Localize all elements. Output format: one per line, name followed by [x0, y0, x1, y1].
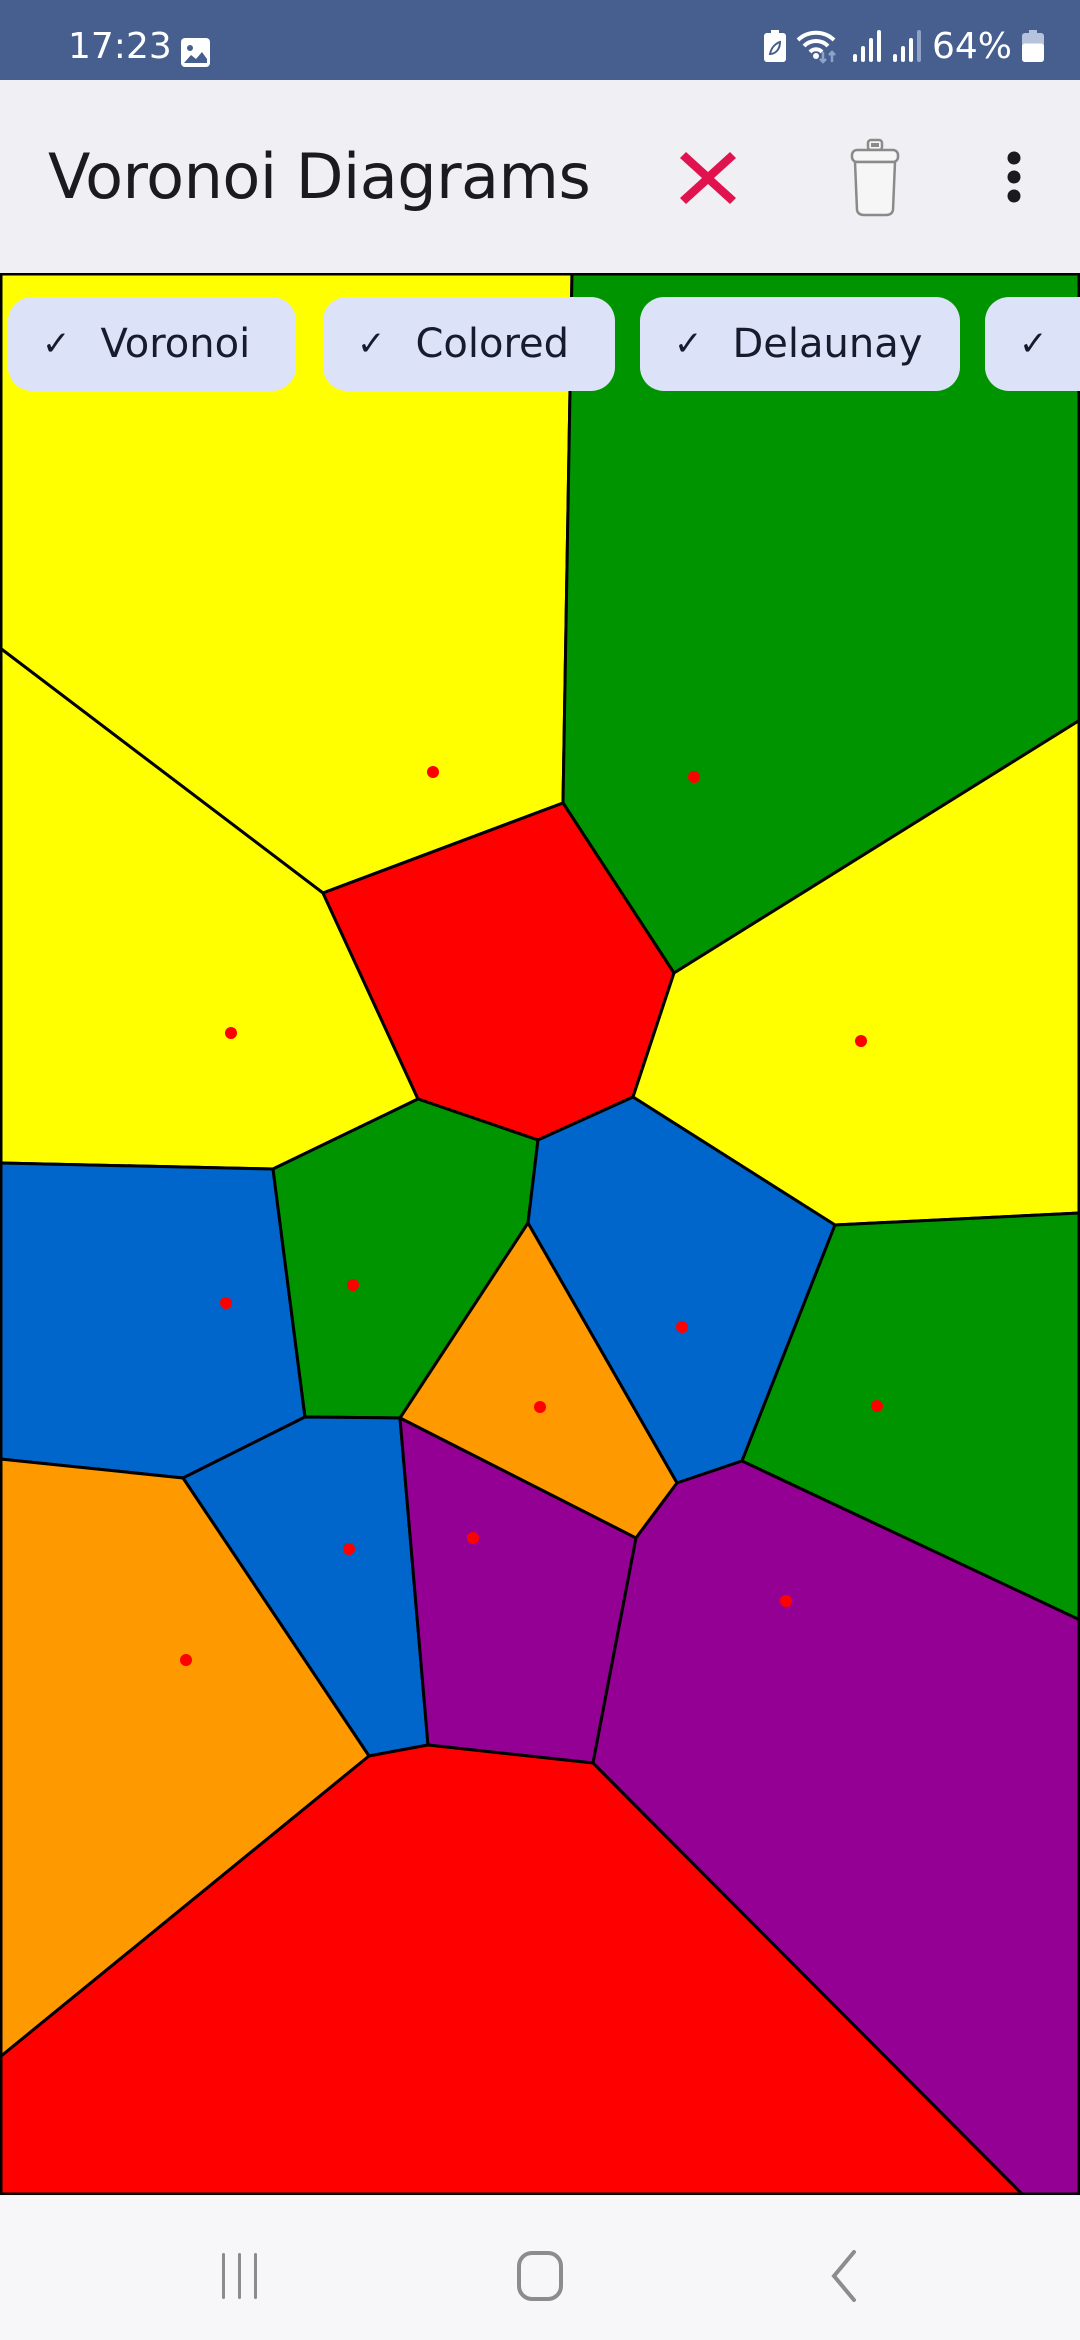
back-button[interactable]: [804, 2236, 884, 2316]
site-point[interactable]: [780, 1595, 792, 1607]
voronoi-cell-blue: [0, 1161, 307, 1480]
check-icon: ✓: [674, 324, 703, 364]
site-point[interactable]: [871, 1400, 883, 1412]
signal-icon: [892, 30, 921, 62]
chip-label: Voronoi: [100, 321, 251, 367]
system-nav-bar: [0, 2196, 1080, 2340]
chip-voronoi[interactable]: ✓ Voronoi: [8, 297, 296, 391]
site-point[interactable]: [554, 967, 566, 979]
battery-percent: 64%: [931, 25, 1012, 67]
voronoi-diagram-canvas[interactable]: [0, 273, 1080, 2195]
more-options-button[interactable]: [974, 130, 1054, 226]
check-icon: ✓: [42, 324, 71, 364]
status-icons: 64%: [763, 25, 1044, 67]
site-point[interactable]: [688, 771, 700, 783]
site-point[interactable]: [855, 1035, 867, 1047]
chip-delaunay[interactable]: ✓ Delaunay: [640, 297, 960, 391]
home-icon: [517, 2251, 563, 2301]
status-time: 17:23: [68, 26, 172, 67]
delete-button[interactable]: [836, 130, 916, 226]
recents-icon: [222, 2253, 257, 2299]
layer-filter-chips: ✓ Voronoi ✓ Colored ✓ Delaunay ✓: [0, 297, 1080, 393]
site-point[interactable]: [225, 1027, 237, 1039]
chip-label: Delaunay: [732, 321, 923, 367]
battery-leaf-icon: [763, 30, 786, 62]
trash-can-icon: [850, 138, 900, 217]
status-bar: 17:23 64%: [0, 0, 1080, 80]
more-vert-icon: [1007, 151, 1021, 203]
home-button[interactable]: [500, 2236, 580, 2316]
site-point[interactable]: [347, 1279, 359, 1291]
chip-colored[interactable]: ✓ Colored: [323, 297, 615, 391]
clear-points-button[interactable]: [668, 130, 748, 226]
site-point[interactable]: [343, 1543, 355, 1555]
site-point[interactable]: [220, 1297, 232, 1309]
signal-icon: [852, 30, 881, 62]
site-point[interactable]: [534, 1401, 546, 1413]
page-title: Voronoi Diagrams: [48, 140, 591, 213]
chip-more[interactable]: ✓: [985, 297, 1080, 391]
check-icon: ✓: [357, 324, 386, 364]
site-point[interactable]: [427, 766, 439, 778]
wifi-data-icon: [796, 30, 836, 64]
check-icon: ✓: [1019, 324, 1048, 364]
close-x-icon: [680, 152, 736, 204]
back-icon: [831, 2250, 856, 2302]
site-point[interactable]: [467, 1532, 479, 1544]
battery-icon: [1022, 30, 1044, 62]
site-point[interactable]: [180, 1654, 192, 1666]
voronoi-diagram[interactable]: [0, 273, 1080, 2195]
image-icon: [181, 38, 210, 67]
recents-button[interactable]: [200, 2236, 280, 2316]
site-point[interactable]: [676, 1321, 688, 1333]
chip-label: Colored: [415, 321, 570, 367]
